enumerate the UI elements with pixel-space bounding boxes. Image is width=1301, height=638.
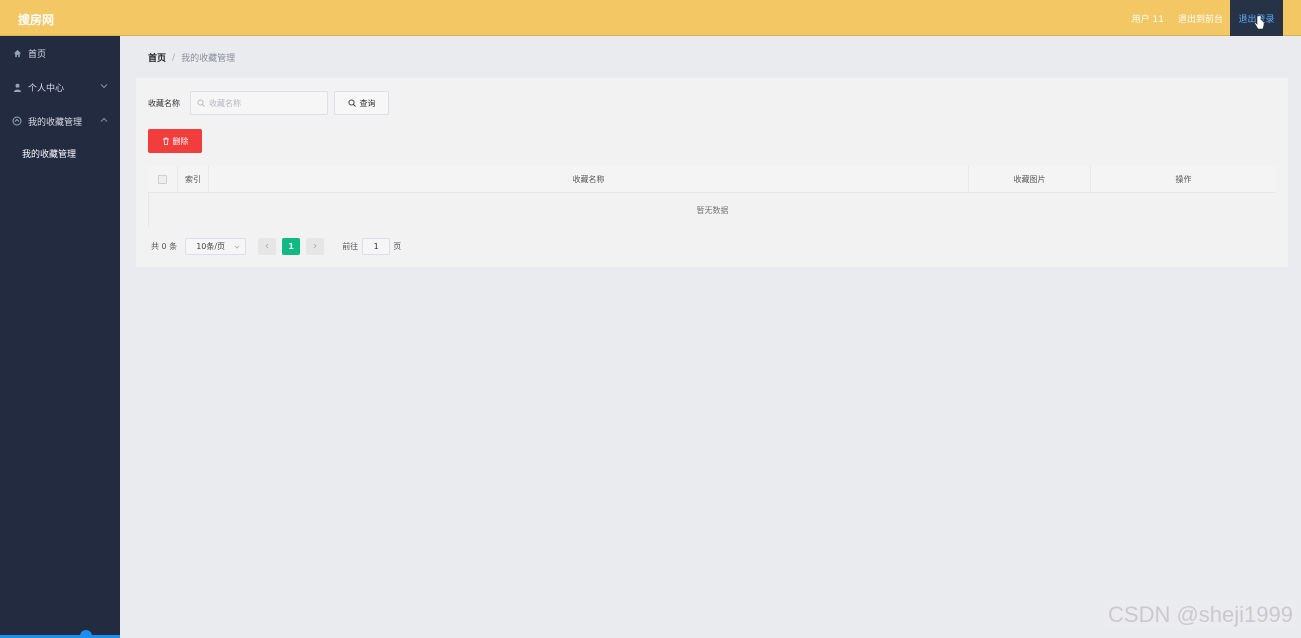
sidebar-item-home[interactable]: 首页 [0, 36, 120, 70]
logout-button[interactable]: 退出登录 [1230, 0, 1283, 36]
current-user-label: 用户 11 [1131, 14, 1164, 25]
trash-icon [162, 137, 169, 145]
table-header: 索引 收藏名称 收藏图片 操作 [148, 166, 1276, 193]
watermark: CSDN @sheji1999 [1104, 600, 1297, 630]
column-header-image: 收藏图片 [969, 166, 1091, 192]
page-size-select[interactable]: 10条/页 [185, 237, 247, 255]
scroll-indicator-dot[interactable] [80, 630, 92, 638]
delete-button-label: 删除 [172, 136, 189, 146]
sidebar: 首页 个人中心 我的收藏管理 我的收藏管理 [0, 36, 120, 638]
pagination: 共 0 条 10条/页 1 前往 1 页 [151, 237, 401, 255]
chevron-right-icon [313, 243, 317, 249]
query-button[interactable]: 查询 [334, 91, 389, 115]
page-number-active[interactable]: 1 [282, 237, 301, 255]
select-all-checkbox[interactable] [158, 174, 167, 184]
user-icon [12, 82, 22, 92]
search-input[interactable]: 收藏名称 [190, 91, 328, 115]
page-size-value: 10条/页 [196, 241, 226, 251]
goto-suffix: 页 [393, 241, 402, 251]
goto-page-input[interactable]: 1 [362, 237, 391, 255]
submenu-item-label: 我的收藏管理 [22, 149, 77, 160]
search-icon [347, 99, 356, 107]
search-label: 收藏名称 [148, 99, 180, 108]
table-empty-text: 暂无数据 [148, 193, 1276, 227]
breadcrumb-home[interactable]: 首页 [148, 51, 166, 64]
search-placeholder: 收藏名称 [209, 98, 241, 108]
total-count: 共 0 条 [151, 241, 178, 251]
column-header-name: 收藏名称 [209, 166, 969, 192]
home-icon [12, 48, 22, 58]
sidebar-item-label: 首页 [28, 49, 47, 60]
submenu-item-my-collection[interactable]: 我的收藏管理 [0, 138, 120, 168]
header-actions: 用户 11 退出到前台 退出登录 [1125, 0, 1283, 36]
brand-title: 搜房网 [18, 13, 55, 27]
sidebar-item-label: 我的收藏管理 [28, 117, 83, 128]
chevron-up-icon [100, 117, 108, 122]
column-header-index: 索引 [178, 166, 209, 192]
search-icon [197, 99, 205, 107]
top-header: 搜房网 用户 11 退出到前台 退出登录 [0, 0, 1301, 36]
query-button-label: 查询 [359, 98, 376, 108]
collection-table: 索引 收藏名称 收藏图片 操作 暂无数据 [148, 166, 1276, 227]
sidebar-item-personal-center[interactable]: 个人中心 [0, 70, 120, 104]
back-to-frontend-link[interactable]: 退出到前台 [1171, 12, 1230, 25]
next-page-button[interactable] [306, 237, 325, 255]
goto-label: 前往 [342, 241, 359, 251]
chevron-down-icon [234, 245, 240, 249]
prev-page-button[interactable] [258, 237, 277, 255]
content-panel: 收藏名称 收藏名称 查询 删除 索引 收藏名称 收藏图片 操作 暂无数据 共 0… [136, 78, 1288, 267]
chevron-left-icon [265, 243, 269, 249]
hand-cursor-icon [1254, 15, 1264, 30]
collection-icon [12, 116, 22, 126]
breadcrumb-current: 我的收藏管理 [181, 54, 236, 64]
chevron-down-icon [100, 84, 108, 89]
sidebar-item-my-collection[interactable]: 我的收藏管理 [0, 104, 120, 138]
sidebar-item-label: 个人中心 [28, 83, 65, 94]
delete-button[interactable]: 删除 [148, 129, 202, 153]
breadcrumb: 首页 / 我的收藏管理 [148, 51, 236, 65]
column-header-actions: 操作 [1175, 174, 1192, 184]
select-all-cell [148, 166, 178, 192]
breadcrumb-separator: / [172, 52, 176, 63]
